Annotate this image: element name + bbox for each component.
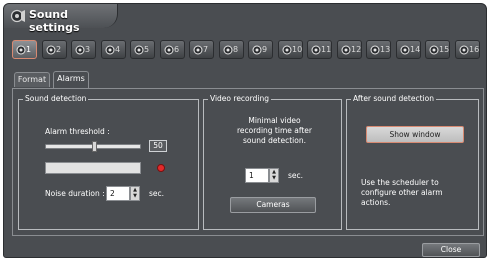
title-bar: Sound settings xyxy=(4,4,118,34)
channel-number: 13 xyxy=(380,45,391,54)
channel-button-9[interactable]: 9 xyxy=(248,40,273,59)
channel-number: 12 xyxy=(351,45,362,54)
channel-button-16[interactable]: 16 xyxy=(455,40,480,59)
channel-button-4[interactable]: 4 xyxy=(101,40,126,59)
camera-icon xyxy=(282,45,292,55)
camera-icon xyxy=(311,45,321,55)
tab-alarms[interactable]: Alarms xyxy=(53,71,89,88)
cameras-button[interactable]: Cameras xyxy=(230,197,316,213)
channel-button-3[interactable]: 3 xyxy=(71,40,96,59)
channel-number: 15 xyxy=(439,45,450,54)
noise-duration-stepper[interactable]: ▲ ▼ xyxy=(130,186,140,201)
channel-button-2[interactable]: 2 xyxy=(42,40,67,59)
video-recording-title: Video recording xyxy=(208,94,271,104)
camera-icon xyxy=(16,45,26,55)
after-detection-title: After sound detection xyxy=(351,94,436,104)
channel-button-12[interactable]: 12 xyxy=(337,40,362,59)
sound-detection-group: Sound detection Alarm threshold : 50 Noi… xyxy=(18,94,199,230)
after-detection-group: After sound detection Show window Use th… xyxy=(346,94,479,230)
channel-number: 14 xyxy=(410,45,421,54)
camera-icon xyxy=(75,45,85,55)
channel-number: 2 xyxy=(56,45,62,54)
channel-number: 4 xyxy=(115,45,121,54)
channel-button-6[interactable]: 6 xyxy=(160,40,185,59)
recording-time-input[interactable]: 1 xyxy=(245,168,269,183)
sound-detection-title: Sound detection xyxy=(23,94,89,104)
alarm-threshold-label: Alarm threshold : xyxy=(45,127,110,136)
alarms-panel: Sound detection Alarm threshold : 50 Noi… xyxy=(12,88,484,236)
channel-number: 9 xyxy=(262,45,268,54)
camera-icon xyxy=(193,45,203,55)
camera-icon xyxy=(341,45,351,55)
alarm-threshold-slider[interactable] xyxy=(45,141,141,152)
camera-icon xyxy=(252,45,262,55)
channel-button-5[interactable]: 5 xyxy=(130,40,155,59)
channel-number: 5 xyxy=(144,45,150,54)
channel-button-15[interactable]: 15 xyxy=(425,40,450,59)
sound-level-indicator-icon xyxy=(157,164,165,172)
window-title: Sound settings xyxy=(29,8,80,34)
channel-number: 7 xyxy=(203,45,209,54)
show-window-button[interactable]: Show window xyxy=(366,126,464,143)
channel-selector: 1 2 3 4 5 6 7 8 9 10 11 12 13 14 15 16 xyxy=(12,40,484,62)
channel-number: 3 xyxy=(85,45,91,54)
channel-button-11[interactable]: 11 xyxy=(307,40,332,59)
channel-button-1[interactable]: 1 xyxy=(12,40,37,59)
camera-icon xyxy=(429,45,439,55)
channel-button-10[interactable]: 10 xyxy=(278,40,303,59)
alarm-threshold-slider-thumb[interactable] xyxy=(92,141,97,152)
channel-number: 1 xyxy=(26,45,32,54)
tab-format[interactable]: Format xyxy=(14,72,50,87)
camera-icon xyxy=(459,45,469,55)
channel-button-13[interactable]: 13 xyxy=(366,40,391,59)
channel-button-8[interactable]: 8 xyxy=(219,40,244,59)
alarm-threshold-value: 50 xyxy=(149,140,167,152)
stepper-down-icon[interactable]: ▼ xyxy=(270,175,278,181)
noise-duration-unit: sec. xyxy=(149,189,165,198)
camera-icon xyxy=(46,45,56,55)
recording-time-stepper[interactable]: ▲ ▼ xyxy=(269,168,279,183)
channel-number: 11 xyxy=(321,45,332,54)
recording-time-unit: sec. xyxy=(288,171,304,180)
close-button[interactable]: Close xyxy=(422,243,480,257)
camera-icon xyxy=(223,45,233,55)
stepper-down-icon[interactable]: ▼ xyxy=(131,193,139,199)
channel-button-7[interactable]: 7 xyxy=(189,40,214,59)
channel-button-14[interactable]: 14 xyxy=(396,40,421,59)
camera-icon xyxy=(400,45,410,55)
sound-level-meter xyxy=(45,162,141,174)
channel-number: 16 xyxy=(469,45,480,54)
camera-icon xyxy=(370,45,380,55)
channel-number: 8 xyxy=(233,45,239,54)
video-recording-group: Video recording Minimal video recording … xyxy=(203,94,342,230)
video-recording-description: Minimal video recording time after sound… xyxy=(236,116,312,145)
channel-number: 10 xyxy=(292,45,303,54)
channel-number: 6 xyxy=(174,45,180,54)
camera-icon xyxy=(134,45,144,55)
noise-duration-label: Noise duration : xyxy=(45,189,105,198)
speaker-camera-icon xyxy=(10,9,25,23)
camera-icon xyxy=(105,45,115,55)
noise-duration-input[interactable]: 2 xyxy=(106,186,130,201)
camera-icon xyxy=(164,45,174,55)
scheduler-hint: Use the scheduler to configure other ala… xyxy=(361,178,443,207)
sound-settings-window: Sound settings 1 2 3 4 5 6 7 8 9 10 11 12 13 14 15 16 F… xyxy=(3,3,487,258)
